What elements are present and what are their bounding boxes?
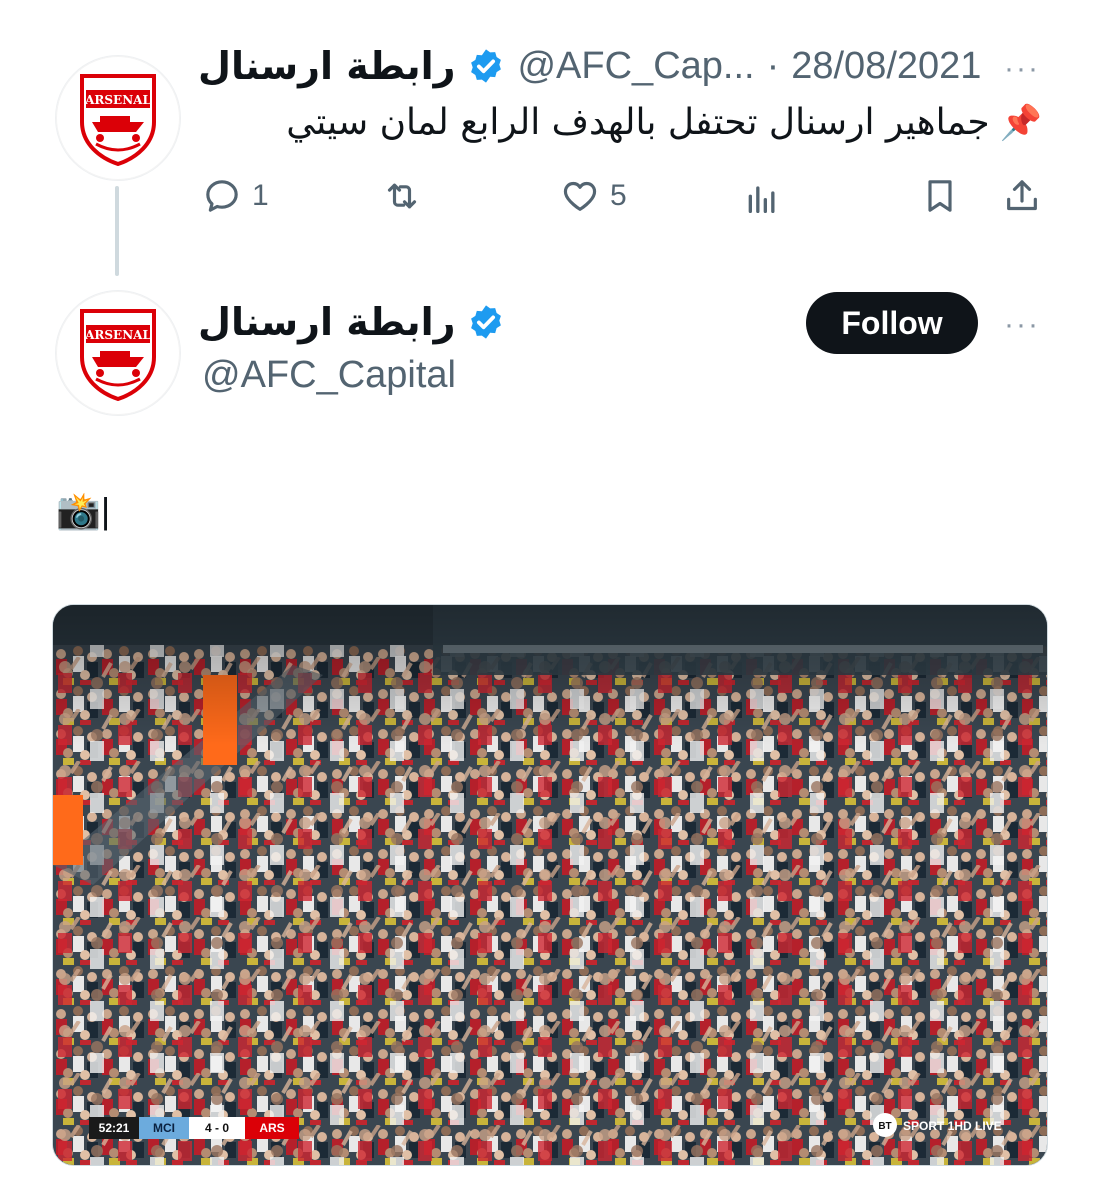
display-name[interactable]: رابطة ارسنال (198, 300, 455, 344)
bookmark-button[interactable] (920, 176, 960, 216)
heart-icon (563, 181, 597, 211)
share-button[interactable] (1002, 176, 1042, 216)
match-score: 4 - 0 (205, 1121, 229, 1135)
avatar[interactable]: ARSENAL (55, 290, 181, 416)
follow-button[interactable]: Follow (806, 292, 978, 354)
avatar[interactable]: ARSENAL (55, 55, 181, 181)
crowd-photo: 52:21 MCI 4 - 0 ARS BT SPORT 1HD LIVE (53, 605, 1047, 1165)
quoted-tweet-header: رابطة ارسنال @AFC_Cap... · 28/08/2021 (198, 44, 981, 88)
like-count: 5 (610, 179, 627, 212)
reply-count: 1 (252, 179, 269, 212)
broadcaster-badge: BT (878, 1121, 891, 1132)
tweet-text: 📸| (56, 490, 111, 531)
display-name[interactable]: رابطة ارسنال (198, 44, 455, 88)
pin-icon: 📌 (999, 103, 1042, 142)
quoted-tweet-body: 📌 جماهير ارسنال تحتفل بالهدف الرابع لمان… (286, 102, 1042, 143)
more-options-button[interactable]: ··· (1004, 308, 1040, 342)
like-button[interactable]: 5 (560, 176, 627, 216)
views-chart-icon (748, 186, 775, 213)
away-team: ARS (259, 1121, 284, 1135)
tweet-text: جماهير ارسنال تحتفل بالهدف الرابع لمان س… (286, 102, 990, 143)
handle[interactable]: @AFC_Capital (202, 354, 456, 397)
home-team: MCI (153, 1121, 175, 1135)
retweet-button[interactable] (382, 176, 422, 216)
reply-icon (206, 180, 238, 212)
reply-button[interactable]: 1 (202, 176, 269, 216)
tweet-media-image[interactable]: 52:21 MCI 4 - 0 ARS BT SPORT 1HD LIVE (52, 604, 1048, 1166)
verified-badge-icon (471, 49, 502, 83)
match-clock: 52:21 (99, 1121, 130, 1135)
arsenal-crest-icon: ARSENAL (80, 74, 156, 166)
share-icon (1007, 180, 1037, 211)
author-name-row: رابطة ارسنال (198, 300, 505, 344)
tweet-date[interactable]: 28/08/2021 (791, 45, 981, 88)
separator-dot: · (766, 44, 780, 87)
more-options-button[interactable]: ··· (1004, 52, 1040, 86)
bookmark-icon (928, 180, 952, 212)
handle[interactable]: @AFC_Cap... (517, 45, 754, 88)
svg-text:ARSENAL: ARSENAL (84, 328, 151, 342)
svg-text:ARSENAL: ARSENAL (84, 93, 151, 107)
retweet-icon (387, 183, 417, 209)
thread-connector (115, 186, 119, 276)
verified-badge-icon (471, 305, 502, 339)
views-button[interactable] (742, 178, 782, 218)
arsenal-crest-icon: ARSENAL (80, 309, 156, 401)
broadcaster-name: SPORT 1HD LIVE (903, 1119, 1002, 1133)
